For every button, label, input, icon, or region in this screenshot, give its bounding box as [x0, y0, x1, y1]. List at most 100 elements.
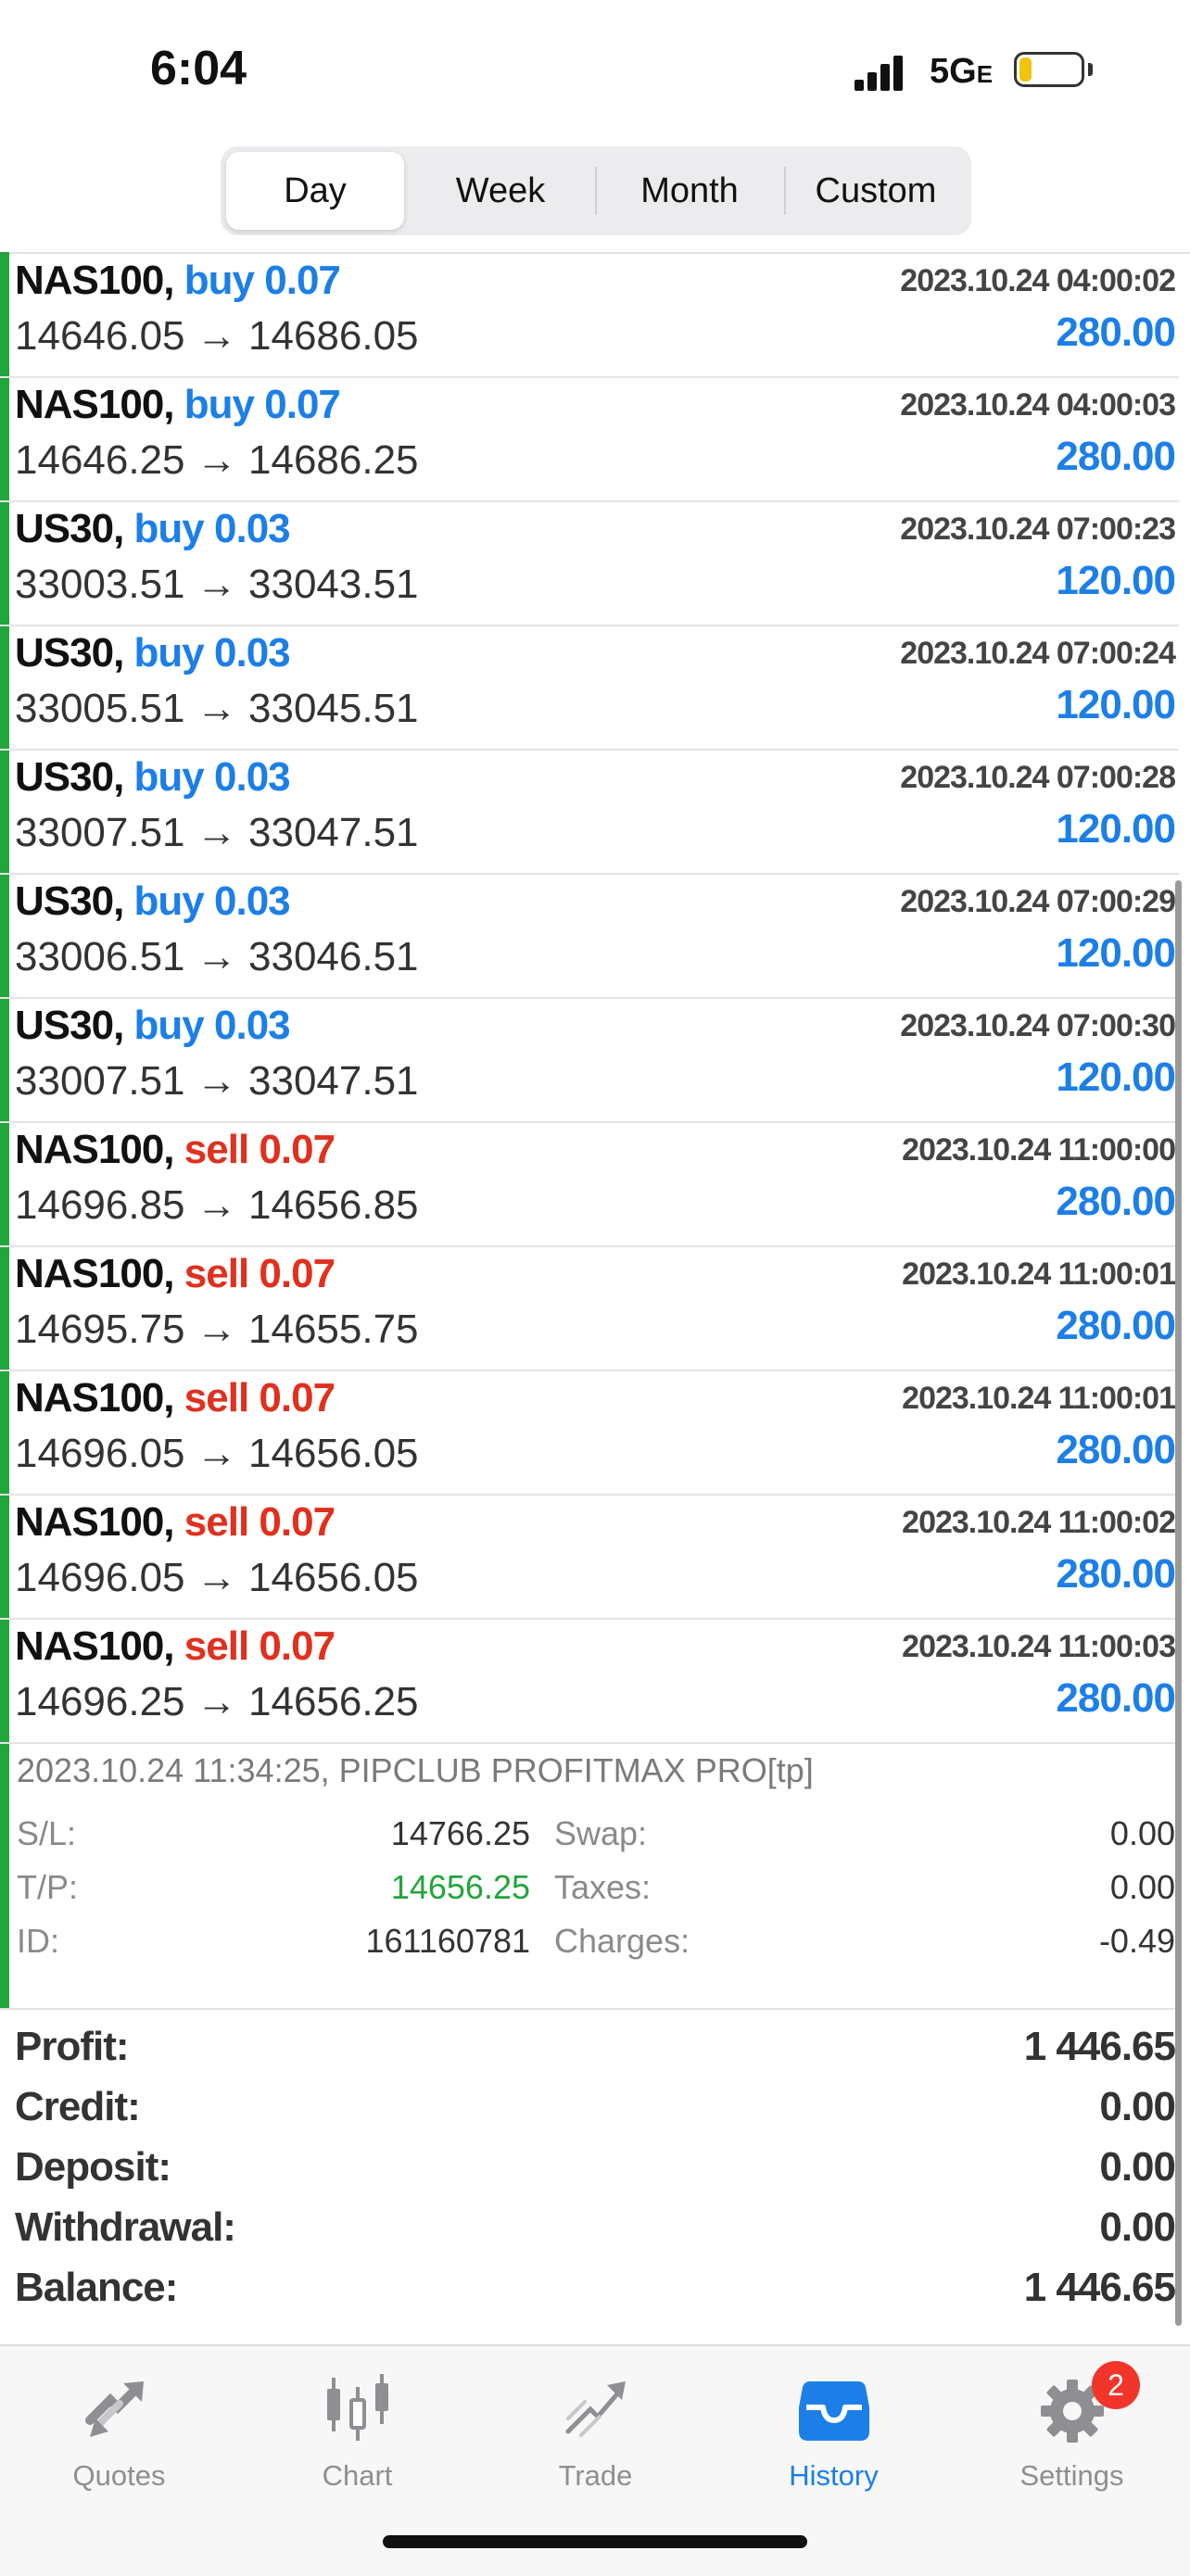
trade-prices: 33007.51 → 33047.51 [15, 1058, 419, 1105]
tab-month[interactable]: Month [597, 152, 782, 230]
summary-value: 0.00 [1099, 2204, 1176, 2250]
status-bar: 6:04 5GE [0, 0, 1190, 139]
sl-value: 14766.25 [390, 1814, 530, 1852]
trade-close-price: 14686.05 [248, 313, 419, 359]
tab-settings[interactable]: 2 Settings [953, 2361, 1190, 2500]
trade-time: 2023.10.24 07:00:24 [900, 636, 1176, 671]
trade-prices: 33005.51 → 33045.51 [15, 686, 419, 732]
trade-symbol-line: NAS100, sell 0.07 [15, 1127, 335, 1173]
trade-open-price: 33007.51 [15, 810, 185, 855]
trade-profit: 280.00 [1056, 1427, 1176, 1472]
trade-profit: 280.00 [1056, 434, 1176, 479]
trade-row[interactable]: US30, buy 0.03 33007.51 → 33047.51 2023.10… [0, 999, 1179, 1123]
trade-symbol-line: NAS100, sell 0.07 [15, 1623, 335, 1670]
signal-icon [855, 54, 903, 91]
account-summary: Profit: 1 446.65 Credit: 0.00 Deposit: 0… [0, 2020, 1179, 2321]
trade-time: 2023.10.24 11:00:01 [902, 1381, 1176, 1416]
trade-row[interactable]: NAS100, sell 0.07 14695.75 → 14655.75 2023… [0, 1247, 1179, 1371]
trade-side: buy [184, 382, 255, 427]
trade-row[interactable]: US30, buy 0.03 33007.51 → 33047.51 2023.10… [0, 751, 1179, 875]
trade-side: sell [184, 1375, 249, 1421]
arrow-right-icon: → [196, 810, 237, 855]
trade-row[interactable]: NAS100, sell 0.07 14696.05 → 14656.05 2023… [0, 1371, 1179, 1496]
arrow-right-icon: → [196, 1679, 237, 1724]
tab-trade[interactable]: Trade [476, 2361, 715, 2500]
trade-time: 2023.10.24 11:00:03 [902, 1629, 1176, 1664]
trade-close-price: 14656.05 [248, 1555, 419, 1600]
trade-time: 2023.10.24 07:00:23 [900, 511, 1176, 547]
status-time: 6:04 [150, 42, 247, 95]
summary-row-balance: Balance: 1 446.65 [0, 2261, 1179, 2321]
battery-icon [1014, 52, 1084, 87]
summary-value: 1 446.65 [1023, 2024, 1176, 2069]
trade-symbol-line: NAS100, sell 0.07 [15, 1499, 335, 1546]
tab-quotes[interactable]: Quotes [0, 2361, 238, 2500]
trade-volume: 0.07 [259, 1499, 335, 1545]
arrow-right-icon: → [196, 437, 237, 483]
trade-volume: 0.03 [214, 630, 291, 676]
summary-label: Credit: [15, 2084, 141, 2129]
trade-volume: 0.07 [259, 1127, 335, 1172]
trade-detail[interactable]: 2023.10.24 11:34:25, PIPCLUB PROFITMAX P… [0, 1744, 1179, 2008]
trade-row[interactable]: US30, buy 0.03 33006.51 → 33046.51 2023.10… [0, 875, 1179, 999]
trade-symbol: NAS100, [15, 382, 175, 427]
trade-symbol: US30, [15, 630, 124, 676]
trade-prices: 14696.25 → 14656.25 [15, 1679, 419, 1725]
trade-side: buy [133, 630, 205, 676]
trade-row[interactable]: US30, buy 0.03 33003.51 → 33043.51 2023.10… [0, 502, 1179, 626]
trade-symbol: US30, [15, 754, 124, 800]
home-indicator[interactable] [383, 2535, 807, 2548]
trade-side: sell [184, 1499, 249, 1545]
arrow-right-icon: → [196, 1307, 237, 1352]
network-suffix: E [976, 60, 994, 88]
swap-value: 0.00 [1109, 1814, 1175, 1852]
trade-close-price: 33047.51 [248, 810, 419, 855]
trade-prices: 33007.51 → 33047.51 [15, 810, 419, 856]
tab-custom[interactable]: Custom [786, 152, 966, 230]
trade-symbol: NAS100, [15, 258, 175, 303]
trade-open-price: 33003.51 [15, 562, 185, 607]
notification-badge: 2 [1092, 2361, 1140, 2409]
period-segmented-control: Day Week Month Custom [221, 146, 971, 235]
trade-row[interactable]: NAS100, buy 0.07 14646.25 → 14686.25 2023.… [0, 378, 1179, 502]
trade-row[interactable]: US30, buy 0.03 33005.51 → 33045.51 2023.10… [0, 626, 1179, 751]
tab-day[interactable]: Day [226, 152, 404, 230]
trade-prices: 14696.05 → 14656.05 [15, 1555, 419, 1601]
summary-row-profit: Profit: 1 446.65 [0, 2020, 1179, 2080]
trade-time: 2023.10.24 07:00:30 [900, 1008, 1176, 1043]
trade-side: buy [133, 754, 205, 800]
summary-label: Deposit: [15, 2144, 171, 2190]
summary-value: 0.00 [1099, 2084, 1176, 2129]
trade-close-price: 14656.05 [248, 1431, 419, 1476]
trade-symbol: US30, [15, 878, 124, 924]
arrow-right-icon: → [196, 686, 237, 731]
tab-label: Settings [1019, 2459, 1124, 2492]
inbox-icon [798, 2381, 869, 2441]
trade-profit: 120.00 [1056, 682, 1176, 727]
summary-label: Withdrawal: [15, 2204, 236, 2250]
trade-symbol-line: NAS100, sell 0.07 [15, 1375, 335, 1421]
tab-label: Chart [322, 2459, 393, 2492]
trade-row[interactable]: NAS100, sell 0.07 14696.85 → 14656.85 2023… [0, 1123, 1179, 1247]
arrow-right-icon: → [196, 934, 237, 979]
trade-side: sell [184, 1251, 249, 1296]
summary-row-withdrawal: Withdrawal: 0.00 [0, 2201, 1179, 2261]
scroll-indicator[interactable] [1175, 880, 1182, 2326]
tab-week[interactable]: Week [408, 152, 593, 230]
trade-profit: 120.00 [1056, 806, 1176, 852]
trade-time: 2023.10.24 04:00:02 [900, 263, 1176, 298]
trade-side: sell [184, 1127, 249, 1172]
trade-row[interactable]: NAS100, sell 0.07 14696.05 → 14656.05 2023… [0, 1496, 1179, 1620]
tab-label: Trade [558, 2459, 633, 2492]
trade-symbol: NAS100, [15, 1127, 175, 1172]
tab-history[interactable]: History [715, 2361, 953, 2500]
arrow-right-icon: → [196, 562, 237, 607]
tab-chart[interactable]: Chart [238, 2361, 476, 2500]
trade-row[interactable]: NAS100, buy 0.07 14646.05 → 14686.05 2023.… [0, 254, 1179, 378]
trade-open-price: 14696.25 [15, 1679, 185, 1724]
trade-symbol: NAS100, [15, 1623, 175, 1669]
trade-open-price: 14696.05 [15, 1555, 185, 1600]
trade-volume: 0.03 [214, 1003, 291, 1048]
trade-row[interactable]: NAS100, sell 0.07 14696.25 → 14656.25 2023… [0, 1620, 1179, 1744]
trade-symbol: US30, [15, 506, 124, 551]
